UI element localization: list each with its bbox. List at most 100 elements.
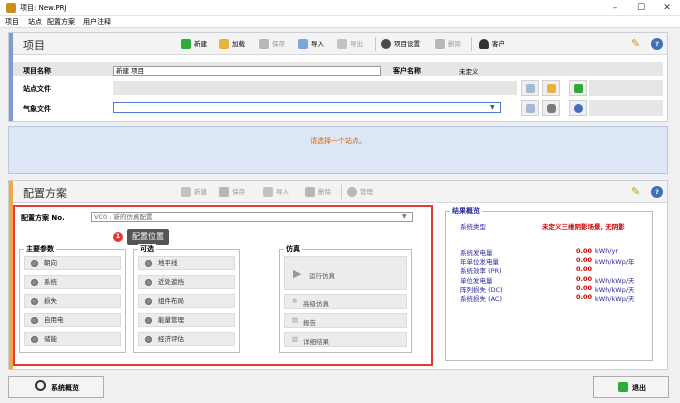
separator — [375, 37, 376, 51]
radio-icon — [145, 260, 152, 267]
pencil-icon[interactable]: ✎ — [631, 186, 640, 198]
meteo-database-button[interactable] — [542, 100, 560, 116]
menu-user-notes[interactable]: 用户注释 — [83, 17, 111, 27]
user-icon — [479, 39, 489, 49]
menu-project[interactable]: 项目 — [5, 17, 19, 27]
advanced-simulation-button[interactable]: ✲ 高级仿真 — [284, 294, 407, 309]
title-bar: 项目: New.PRJ – ☐ ✕ — [0, 0, 680, 16]
losses-button[interactable]: 损失 — [24, 294, 121, 308]
report-button[interactable]: ▤ 报告 — [284, 313, 407, 328]
main-params-title: 主要参数 — [24, 244, 56, 254]
results-title: 结果概览 — [450, 206, 482, 216]
project-import-button[interactable]: 导入 — [298, 38, 324, 50]
energy-management-button[interactable]: 能量管理 — [138, 313, 235, 327]
client-name-label: 客户名称 — [393, 67, 421, 75]
client-name-value: 未定义 — [459, 68, 479, 76]
search-icon — [526, 84, 535, 93]
config-new-button[interactable]: 新建 — [181, 186, 207, 198]
result-value: 0.00 — [576, 284, 593, 292]
simulation-group: 仿真 ▶ 运行仿真 ✲ 高级仿真 ▤ 报告 ▥ 详细结果 — [279, 244, 412, 353]
menu-variant[interactable]: 配置方案 — [47, 17, 75, 27]
horizon-button[interactable]: 地平线 — [138, 256, 235, 270]
variant-select[interactable]: VC0 : 新的仿真配置 — [91, 212, 413, 222]
pencil-icon[interactable]: ✎ — [631, 38, 640, 50]
trash-icon — [305, 187, 315, 197]
project-panel: 项目 新建 加载 保存 导入 导出 项目设置 删除 客户 ✎ ? 项目名称 新建… — [8, 32, 668, 122]
meteo-spacer — [589, 100, 663, 116]
system-overview-button[interactable]: 系统概览 — [8, 376, 104, 398]
config-manage-button[interactable]: 管理 — [347, 186, 373, 198]
radio-icon — [145, 336, 152, 343]
window-title: 项目: New.PRJ — [20, 4, 67, 12]
close-button[interactable]: ✕ — [654, 0, 680, 16]
chevron-down-icon: ▼ — [402, 213, 407, 220]
radio-icon — [145, 317, 152, 324]
plus-icon — [181, 39, 191, 49]
self-consumption-button[interactable]: 自用电 — [24, 313, 121, 327]
search-icon — [526, 104, 535, 113]
detailed-results-button[interactable]: ▥ 详细结果 — [284, 332, 407, 347]
site-search-button[interactable] — [521, 80, 539, 96]
menu-bar: 项目 站点 配置方案 用户注释 — [0, 16, 680, 28]
report-icon: ▤ — [292, 316, 299, 324]
config-header: 配置方案 新建 保存 导入 删除 管理 ✎ ? — [13, 181, 667, 203]
plus-icon — [574, 84, 583, 93]
orientation-button[interactable]: 朝向 — [24, 256, 121, 270]
save-icon — [219, 187, 229, 197]
radio-icon — [31, 298, 38, 305]
help-icon — [574, 104, 583, 113]
exit-button[interactable]: 退出 — [593, 376, 669, 398]
storage-button[interactable]: 储能 — [24, 332, 121, 346]
system-type-value: 未定义三维阴影场景, 无阴影 — [542, 223, 625, 231]
project-settings-button[interactable]: 项目设置 — [381, 38, 420, 50]
exit-icon — [618, 382, 628, 392]
radio-icon — [31, 317, 38, 324]
gear-icon: ✲ — [292, 297, 298, 305]
meteo-file-select[interactable] — [113, 102, 501, 113]
config-import-button[interactable]: 导入 — [263, 186, 289, 198]
project-load-button[interactable]: 加载 — [219, 38, 245, 50]
client-button[interactable]: 客户 — [479, 38, 505, 50]
help-icon[interactable]: ? — [651, 186, 663, 198]
app-icon — [6, 3, 16, 13]
export-icon — [337, 39, 347, 49]
notice-text: 请选择一个站点。 — [310, 137, 366, 145]
site-open-button[interactable] — [542, 80, 560, 96]
import-icon — [263, 187, 273, 197]
project-save-button[interactable]: 保存 — [259, 38, 285, 50]
chevron-down-icon: ▼ — [490, 104, 495, 111]
meteo-search-button[interactable] — [521, 100, 539, 116]
result-label: 系统损失 (AC) — [460, 295, 503, 303]
meteo-help-button[interactable] — [569, 100, 587, 116]
radio-icon — [145, 298, 152, 305]
near-shadings-button[interactable]: 近处遮挡 — [138, 275, 235, 289]
simulation-title: 仿真 — [284, 244, 302, 254]
menu-site[interactable]: 站点 — [28, 17, 42, 27]
run-simulation-button[interactable]: ▶ 运行仿真 — [284, 256, 407, 290]
import-icon — [298, 39, 308, 49]
radio-icon — [31, 336, 38, 343]
site-new-button[interactable] — [569, 80, 587, 96]
help-icon[interactable]: ? — [651, 38, 663, 50]
maximize-button[interactable]: ☐ — [628, 0, 654, 16]
system-button[interactable]: 系统 — [24, 275, 121, 289]
main-params-group: 主要参数 朝向 系统 损失 自用电 储能 — [19, 244, 126, 353]
minimize-button[interactable]: – — [602, 0, 628, 16]
module-layout-button[interactable]: 组件布局 — [138, 294, 235, 308]
project-header: 项目 新建 加载 保存 导入 导出 项目设置 删除 客户 ✎ ? — [13, 33, 667, 55]
meteo-file-label: 气象文件 — [23, 105, 51, 113]
project-export-button[interactable]: 导出 — [337, 38, 363, 50]
config-save-button[interactable]: 保存 — [219, 186, 245, 198]
project-delete-button[interactable]: 删除 — [435, 38, 461, 50]
economic-evaluation-button[interactable]: 经济评估 — [138, 332, 235, 346]
result-unit: kWh/kWp/天 — [595, 295, 635, 303]
optional-title: 可选 — [138, 244, 156, 254]
project-name-input[interactable]: 新建 项目 — [113, 66, 381, 76]
config-delete-button[interactable]: 删除 — [305, 186, 331, 198]
database-icon — [547, 104, 556, 113]
save-icon — [259, 39, 269, 49]
variant-label: 配置方案 No. — [21, 214, 65, 222]
project-new-button[interactable]: 新建 — [181, 38, 207, 50]
config-location-tooltip: 配置位置 — [127, 229, 169, 245]
site-file-field — [113, 81, 517, 95]
